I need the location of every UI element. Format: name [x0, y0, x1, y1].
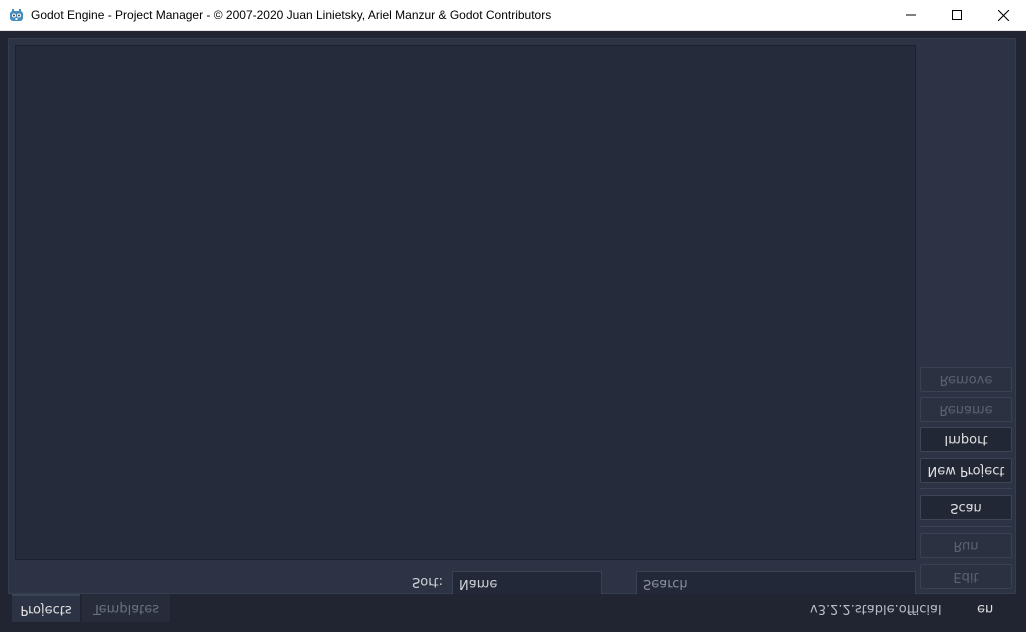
import-button[interactable]: Import [920, 427, 1012, 452]
separator [920, 488, 1012, 489]
godot-logo-icon [9, 8, 24, 23]
search-placeholder: Search [643, 576, 688, 591]
new-project-button[interactable]: New Project [920, 458, 1012, 483]
maximize-button[interactable] [934, 0, 980, 30]
close-button[interactable] [980, 0, 1026, 30]
edit-button[interactable]: Edit [920, 564, 1012, 589]
new-project-button-label: New Project [927, 463, 1005, 478]
tab-projects[interactable]: Projects [12, 594, 80, 622]
maximize-icon [952, 10, 962, 20]
run-button[interactable]: Run [920, 533, 1012, 558]
remove-button[interactable]: Remove [920, 367, 1012, 392]
run-button-label: Run [953, 538, 979, 553]
sort-label: Sort: [412, 574, 443, 589]
rename-button[interactable]: Rename [920, 397, 1012, 422]
version-label: v3.2.2.stable.official [810, 601, 942, 616]
remove-button-label: Remove [939, 372, 993, 387]
import-button-label: Import [944, 432, 988, 447]
tab-templates[interactable]: Templates [82, 594, 170, 622]
window-title: Godot Engine - Project Manager - © 2007-… [31, 8, 552, 22]
minimize-button[interactable] [888, 0, 934, 30]
minimize-icon [906, 14, 916, 16]
language-text: en [977, 601, 994, 616]
tab-projects-label: Projects [20, 601, 72, 617]
rename-button-label: Rename [939, 402, 993, 417]
projects-panel: Remove Rename Import New Project Scan Ru… [8, 38, 1016, 596]
project-manager-window: Godot Engine - Project Manager - © 2007-… [0, 0, 1026, 632]
edit-button-label: Edit [953, 569, 979, 584]
sort-label-text: Sort: [412, 574, 444, 589]
scan-button-label: Scan [950, 500, 982, 515]
bottom-bar: Projects Templates v3.2.2.stable.officia… [0, 594, 1026, 632]
language-selector[interactable]: en [977, 601, 993, 616]
tab-templates-label: Templates [92, 600, 160, 616]
content-area: Remove Rename Import New Project Scan Ru… [0, 31, 1026, 632]
search-input[interactable]: Search [636, 571, 916, 596]
close-icon [997, 9, 1009, 21]
separator [920, 526, 1012, 527]
title-bar: Godot Engine - Project Manager - © 2007-… [0, 0, 1026, 31]
project-list[interactable] [15, 45, 916, 560]
scan-button[interactable]: Scan [920, 495, 1012, 520]
version-text: v3.2.2.stable.official [810, 601, 942, 616]
sort-select[interactable]: Name [452, 571, 602, 596]
sort-select-value: Name [459, 576, 498, 591]
